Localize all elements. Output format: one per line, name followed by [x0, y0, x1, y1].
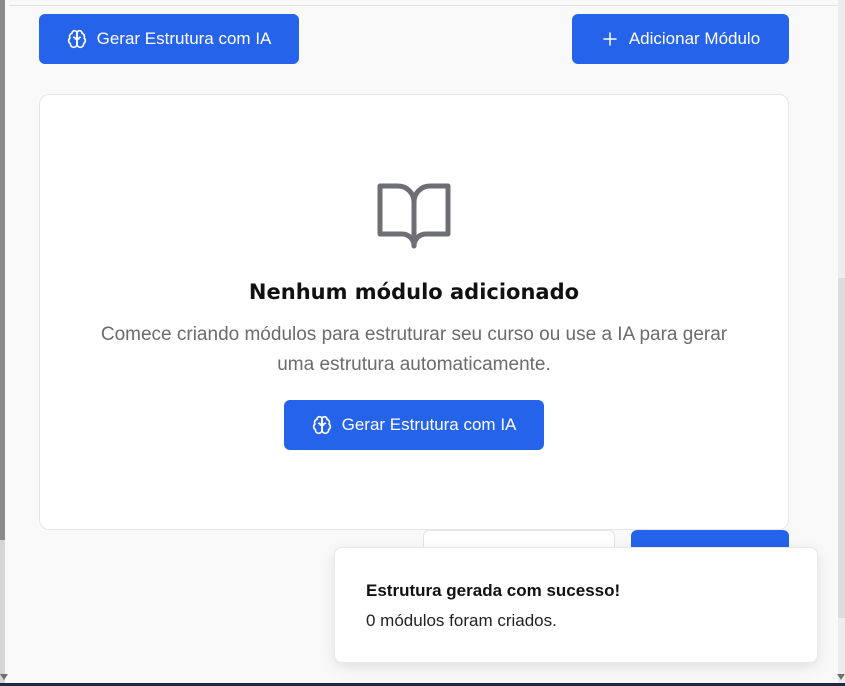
window-left-edge-lower	[0, 540, 5, 686]
empty-state-description: Comece criando módulos para estruturar s…	[100, 324, 728, 375]
scroll-down-arrow-icon[interactable]	[837, 674, 845, 680]
generate-structure-ai-button[interactable]: Gerar Estrutura com IA	[39, 14, 299, 64]
book-open-icon	[376, 180, 452, 255]
add-module-button[interactable]: Adicionar Módulo	[572, 14, 789, 64]
empty-state-title: Nenhum módulo adicionado	[248, 280, 580, 304]
brain-icon	[67, 29, 87, 49]
empty-state-generate-ai-label: Gerar Estrutura com IA	[341, 415, 517, 434]
toast-title: Estrutura gerada com sucesso!	[366, 581, 621, 600]
scroll-down-arrow-icon[interactable]	[0, 674, 8, 680]
success-toast[interactable]: Estrutura gerada com sucesso! 0 módulos …	[334, 547, 818, 663]
top-divider	[9, 5, 838, 6]
brain-icon	[312, 415, 332, 435]
scrollbar-thumb[interactable]	[838, 278, 845, 618]
generate-structure-ai-label: Gerar Estrutura com IA	[96, 29, 272, 48]
toast-description: 0 módulos foram criados.	[366, 611, 557, 630]
modules-empty-card	[39, 94, 789, 530]
window-left-edge	[0, 0, 5, 540]
add-module-label: Adicionar Módulo	[628, 29, 761, 48]
empty-state-generate-ai-button[interactable]: Gerar Estrutura com IA	[284, 400, 544, 450]
plus-icon	[601, 30, 619, 48]
